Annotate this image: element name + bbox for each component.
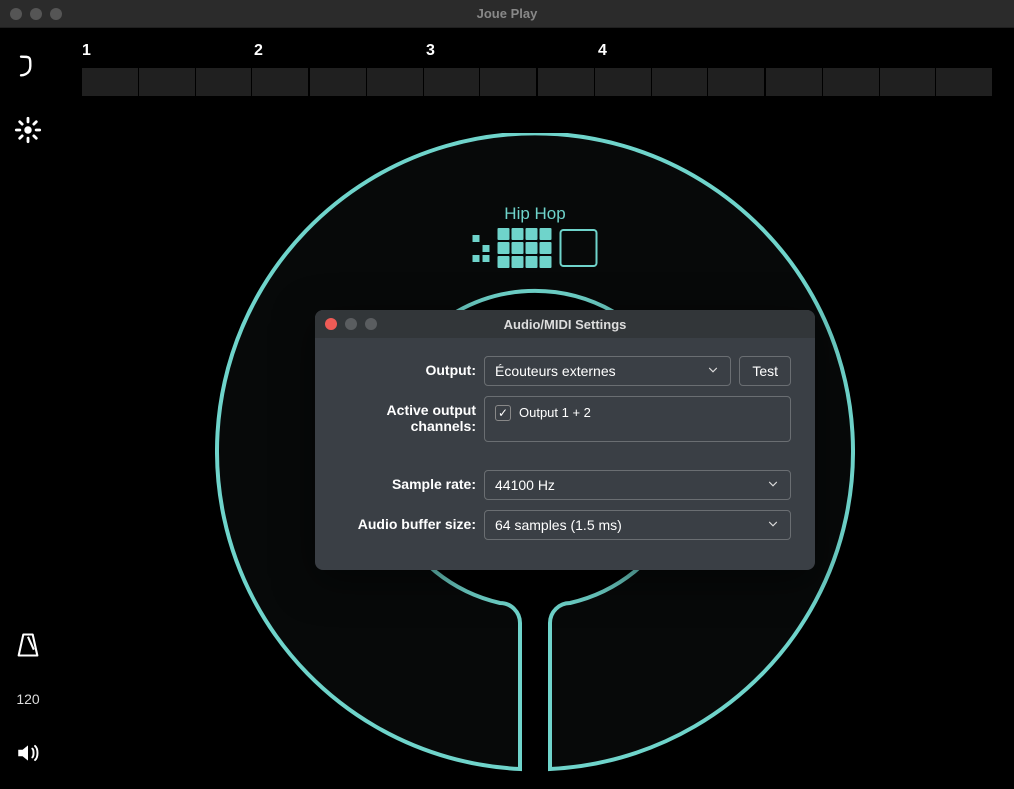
pad-layout-grid-icon	[498, 228, 552, 268]
buffer-value: 64 samples (1.5 ms)	[495, 517, 622, 533]
dialog-body: Output: Écouteurs externes Test Active o…	[315, 338, 815, 570]
pad-layout-single-icon	[560, 229, 598, 267]
preset-name: Hip Hop	[504, 204, 565, 224]
channel-box: ✓ Output 1 + 2	[484, 396, 791, 442]
timeline-mark: 3	[426, 42, 438, 60]
main-area: 1 2 3 4 Hip Hop	[56, 28, 1014, 789]
pad-layout-icons	[473, 228, 598, 268]
app-title: Joue Play	[0, 6, 1014, 21]
channel-checkbox[interactable]: ✓	[495, 405, 511, 421]
joue-logo-icon[interactable]	[10, 48, 46, 84]
channels-label: Active output channels:	[339, 396, 484, 434]
titlebar: Joue Play	[0, 0, 1014, 28]
tempo-display[interactable]: 120	[16, 691, 39, 707]
chevron-down-icon	[766, 517, 780, 534]
metronome-icon[interactable]	[10, 627, 46, 663]
timeline-mark: 1	[82, 42, 94, 60]
buffer-select[interactable]: 64 samples (1.5 ms)	[484, 510, 791, 540]
output-select-value: Écouteurs externes	[495, 363, 616, 379]
left-sidebar: 120	[0, 28, 56, 789]
timeline-numbers: 1 2 3 4	[82, 42, 992, 60]
output-label: Output:	[339, 356, 484, 378]
test-button[interactable]: Test	[739, 356, 791, 386]
output-select[interactable]: Écouteurs externes	[484, 356, 731, 386]
audio-midi-settings-dialog: Audio/MIDI Settings Output: Écouteurs ex…	[315, 310, 815, 570]
sample-rate-label: Sample rate:	[339, 470, 484, 492]
pad-layout-small-icon	[473, 235, 490, 262]
chevron-down-icon	[766, 477, 780, 494]
dialog-title: Audio/MIDI Settings	[315, 317, 815, 332]
sample-rate-select[interactable]: 44100 Hz	[484, 470, 791, 500]
timeline-mark: 4	[598, 42, 610, 60]
chevron-down-icon	[706, 363, 720, 380]
channel-option-label: Output 1 + 2	[519, 405, 591, 420]
timeline-track[interactable]	[82, 68, 992, 96]
volume-icon[interactable]	[10, 735, 46, 771]
settings-icon[interactable]	[10, 112, 46, 148]
sample-rate-value: 44100 Hz	[495, 477, 555, 493]
timeline-mark: 2	[254, 42, 266, 60]
buffer-label: Audio buffer size:	[339, 510, 484, 532]
dialog-header: Audio/MIDI Settings	[315, 310, 815, 338]
